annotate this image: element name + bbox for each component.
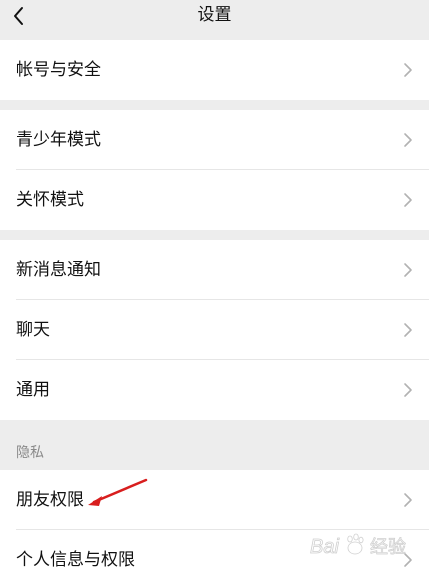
settings-item-label: 个人信息与权限 [16,550,135,570]
chevron-right-icon [404,263,412,277]
settings-item-label: 青少年模式 [16,130,101,150]
settings-item-friend-permissions[interactable]: 朋友权限 [0,470,429,530]
settings-group-modes: 青少年模式 关怀模式 [0,110,429,230]
settings-item-label: 关怀模式 [16,190,84,210]
settings-item-teen-mode[interactable]: 青少年模式 [0,110,429,170]
chevron-right-icon [404,63,412,77]
settings-group-general: 新消息通知 聊天 通用 [0,240,429,420]
svg-text:Bai: Bai [310,536,339,558]
baidu-jingyan-watermark: Bai 经验 [310,533,406,558]
annotation-arrow-icon [88,478,148,506]
settings-item-label: 帐号与安全 [16,60,101,80]
chevron-right-icon [404,493,412,507]
settings-item-chat[interactable]: 聊天 [0,300,429,360]
section-title: 隐私 [16,445,44,461]
chevron-right-icon [404,133,412,147]
settings-item-notifications[interactable]: 新消息通知 [0,240,429,300]
settings-group-account: 帐号与安全 [0,40,429,100]
settings-item-label: 通用 [16,380,50,400]
settings-item-label: 聊天 [16,320,50,340]
settings-item-account-security[interactable]: 帐号与安全 [0,40,429,100]
settings-item-general[interactable]: 通用 [0,360,429,420]
svg-text:经验: 经验 [370,537,406,558]
settings-item-care-mode[interactable]: 关怀模式 [0,170,429,230]
page-title: 设置 [197,5,232,25]
settings-item-label: 朋友权限 [16,490,84,510]
chevron-right-icon [404,193,412,207]
chevron-right-icon [404,323,412,337]
chevron-right-icon [404,383,412,397]
settings-item-label: 新消息通知 [16,260,101,280]
section-header-privacy: 隐私 [0,420,429,470]
settings-screen: 设置 帐号与安全 青少年模式 关怀模式 新消息通知 聊天 通用 隐私 朋友权限 … [0,0,429,578]
top-bar: 设置 [0,0,429,38]
